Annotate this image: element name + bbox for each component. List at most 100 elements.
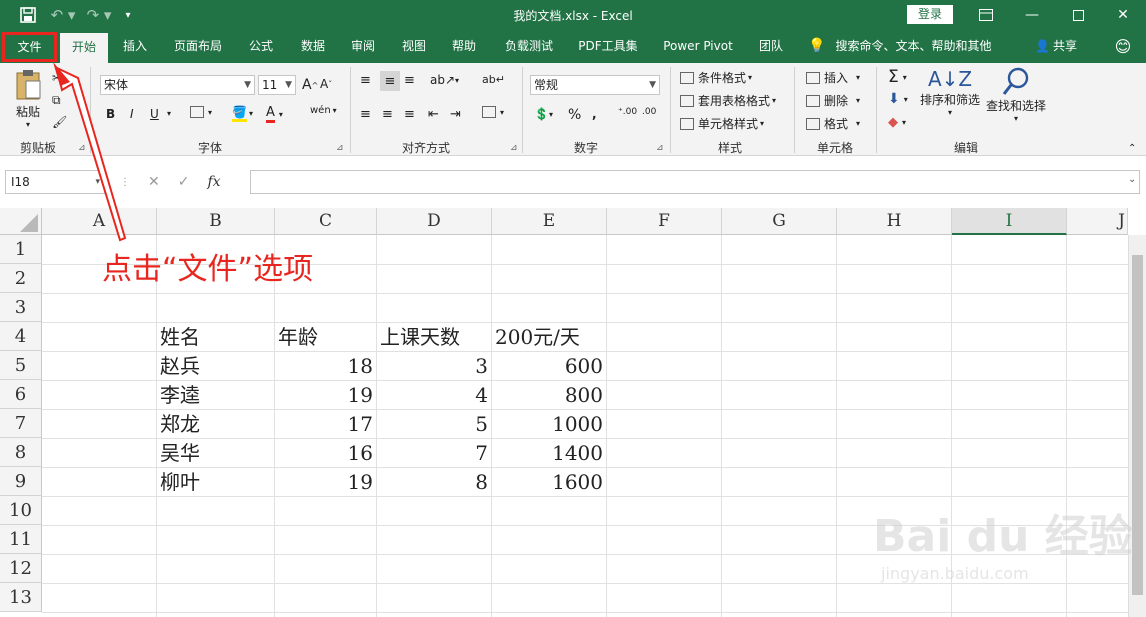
expand-formula-icon[interactable]: ⌄ <box>1128 174 1136 185</box>
table-cell[interactable]: 800 <box>492 380 606 409</box>
align-bottom-icon[interactable]: ≡ <box>404 73 415 88</box>
column-header-c[interactable]: C <box>275 208 377 235</box>
tab-power-pivot[interactable]: Power Pivot <box>658 30 738 63</box>
font-launcher-icon[interactable]: ⊿ <box>336 143 344 153</box>
table-cell[interactable]: 18 <box>275 351 376 380</box>
table-header-cell[interactable]: 上课天数 <box>377 322 491 351</box>
table-header-cell[interactable]: 姓名 <box>157 322 274 351</box>
table-cell[interactable]: 5 <box>377 409 491 438</box>
tab-data[interactable]: 数据 <box>292 30 334 63</box>
enter-icon[interactable]: ✓ <box>178 174 190 190</box>
font-family-select[interactable]: 宋体 ▼ <box>100 75 255 95</box>
font-color-icon[interactable]: A ▾ <box>266 105 283 123</box>
table-cell[interactable]: 1000 <box>492 409 606 438</box>
vertical-scrollbar[interactable] <box>1128 235 1146 617</box>
name-box[interactable]: I18 ▾ <box>5 170 105 194</box>
table-cell[interactable]: 4 <box>377 380 491 409</box>
autosum-icon[interactable]: Σ ▾ <box>888 67 907 87</box>
table-cell[interactable]: 1600 <box>492 467 606 496</box>
decrease-indent-icon[interactable]: ⇤ <box>428 107 439 122</box>
table-cell[interactable]: 李逵 <box>157 380 274 409</box>
number-launcher-icon[interactable]: ⊿ <box>656 143 664 153</box>
column-header-h[interactable]: H <box>837 208 952 235</box>
merge-center-icon[interactable]: ▾ <box>482 106 504 118</box>
tab-pdf-tools[interactable]: PDF工具集 <box>574 30 642 63</box>
chevron-down-icon[interactable]: ▾ <box>167 109 171 118</box>
tab-team[interactable]: 团队 <box>754 30 788 63</box>
row-header-9[interactable]: 9 <box>0 467 42 496</box>
ribbon-display-icon[interactable] <box>963 0 1009 30</box>
column-header-a[interactable]: A <box>42 208 157 235</box>
clipboard-launcher-icon[interactable]: ⊿ <box>78 143 86 153</box>
table-cell[interactable]: 600 <box>492 351 606 380</box>
table-cell[interactable]: 1400 <box>492 438 606 467</box>
cell-styles-button[interactable]: 单元格样式 ▾ <box>680 115 764 132</box>
orientation-icon[interactable]: ab↗ ▾ <box>430 73 459 87</box>
row-header-5[interactable]: 5 <box>0 351 42 380</box>
row-header-13[interactable]: 13 <box>0 583 42 612</box>
table-cell[interactable]: 柳叶 <box>157 467 274 496</box>
align-center-icon[interactable]: ≡ <box>382 107 393 122</box>
table-header-cell[interactable]: 年龄 <box>275 322 376 351</box>
cut-icon[interactable]: ✂ <box>52 71 62 85</box>
column-header-e[interactable]: E <box>492 208 607 235</box>
cancel-icon[interactable]: ✕ <box>148 174 160 190</box>
row-header-2[interactable]: 2 <box>0 264 42 293</box>
fill-icon[interactable]: ⬇ ▾ <box>888 91 908 107</box>
row-header-12[interactable]: 12 <box>0 554 42 583</box>
column-header-j[interactable]: J <box>1067 208 1128 235</box>
table-cell[interactable]: 19 <box>275 380 376 409</box>
table-cell[interactable]: 吴华 <box>157 438 274 467</box>
copy-icon[interactable]: ⧉ <box>52 93 61 108</box>
table-cell[interactable]: 郑龙 <box>157 409 274 438</box>
grow-font-icon[interactable]: A ^ <box>302 77 318 93</box>
share-button[interactable]: 👤 共享 <box>1030 30 1082 63</box>
collapse-ribbon-icon[interactable]: ⌃ <box>1128 143 1136 154</box>
shrink-font-icon[interactable]: Aˇ <box>320 77 332 91</box>
sort-filter-button[interactable]: A↓Z 排序和筛选 ▾ <box>920 67 980 117</box>
row-header-4[interactable]: 4 <box>0 322 42 351</box>
column-header-d[interactable]: D <box>377 208 492 235</box>
close-icon[interactable]: ✕ <box>1100 0 1146 30</box>
format-cells-button[interactable]: 格式 ▾ <box>806 115 860 132</box>
tab-view[interactable]: 视图 <box>393 30 435 63</box>
row-header-1[interactable]: 1 <box>0 235 42 264</box>
font-size-select[interactable]: 11 ▼ <box>258 75 296 95</box>
maximize-icon[interactable] <box>1055 0 1101 30</box>
insert-cells-button[interactable]: 插入 ▾ <box>806 69 860 86</box>
phonetic-icon[interactable]: wén ▾ <box>310 105 337 116</box>
tab-insert[interactable]: 插入 <box>112 30 158 63</box>
tab-load-test[interactable]: 负载测试 <box>498 30 560 63</box>
scrollbar-thumb[interactable] <box>1132 255 1143 595</box>
tab-help[interactable]: 帮助 <box>443 30 485 63</box>
select-all-button[interactable] <box>0 208 42 235</box>
tab-home[interactable]: 开始 <box>60 33 108 63</box>
comma-style-icon[interactable]: , <box>592 107 597 121</box>
italic-button[interactable]: I <box>130 107 134 121</box>
find-select-button[interactable]: 查找和选择 ▾ <box>986 67 1046 123</box>
table-header-cell[interactable]: 200元/天 <box>492 322 606 351</box>
align-top-icon[interactable]: ≡ <box>360 73 371 88</box>
minimize-icon[interactable]: — <box>1009 0 1055 30</box>
delete-cells-button[interactable]: 删除 ▾ <box>806 92 860 109</box>
align-left-icon[interactable]: ≡ <box>360 107 371 122</box>
table-cell[interactable]: 8 <box>377 467 491 496</box>
increase-indent-icon[interactable]: ⇥ <box>450 107 461 122</box>
clear-icon[interactable]: ◆ ▾ <box>888 115 906 130</box>
tell-me-search[interactable]: 💡 搜索命令、文本、帮助和其他 <box>808 30 1008 63</box>
table-cell[interactable]: 7 <box>377 438 491 467</box>
percent-button[interactable]: % <box>568 107 581 123</box>
tab-formulas[interactable]: 公式 <box>240 30 282 63</box>
wrap-text-icon[interactable]: ab↵ <box>482 73 505 86</box>
row-header-6[interactable]: 6 <box>0 380 42 409</box>
align-right-icon[interactable]: ≡ <box>404 107 415 122</box>
column-header-g[interactable]: G <box>722 208 837 235</box>
alignment-launcher-icon[interactable]: ⊿ <box>510 143 518 153</box>
insert-function-button[interactable]: fx <box>207 174 220 190</box>
column-header-f[interactable]: F <box>607 208 722 235</box>
row-header-11[interactable]: 11 <box>0 525 42 554</box>
table-cell[interactable]: 3 <box>377 351 491 380</box>
formula-input[interactable] <box>250 170 1140 194</box>
table-cell[interactable]: 16 <box>275 438 376 467</box>
number-format-select[interactable]: 常规 ▼ <box>530 75 660 95</box>
